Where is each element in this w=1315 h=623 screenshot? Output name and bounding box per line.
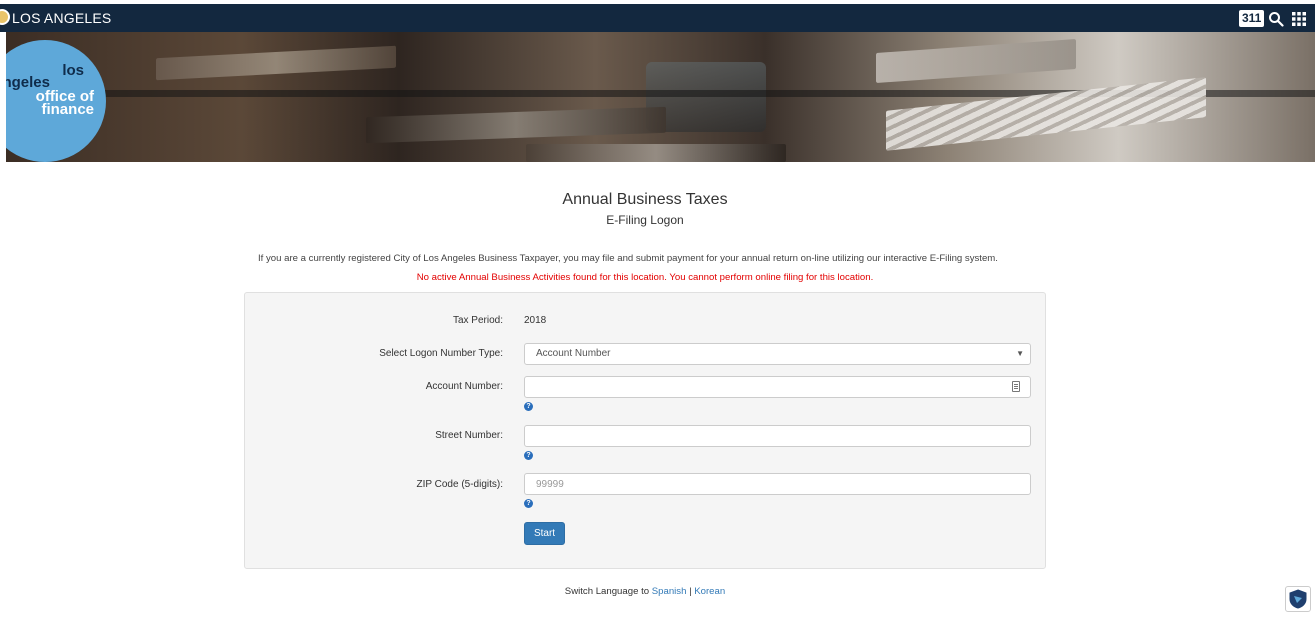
page-title: Annual Business Taxes bbox=[562, 191, 728, 208]
311-badge-button[interactable]: 311 bbox=[1239, 10, 1265, 27]
account-number-label: Account Number: bbox=[425, 381, 503, 392]
top-navigation-bar: LOS ANGELES 311 bbox=[0, 4, 1315, 32]
account-number-help-icon[interactable]: ? bbox=[524, 402, 533, 411]
intro-text: If you are a currently registered City o… bbox=[258, 253, 998, 264]
logon-type-select[interactable]: Account Number ▼ bbox=[524, 343, 1031, 365]
korean-link[interactable]: Korean bbox=[694, 586, 725, 597]
tax-period-value: 2018 bbox=[524, 315, 547, 326]
banner-decor bbox=[366, 106, 666, 144]
logon-type-label: Select Logon Number Type: bbox=[379, 348, 503, 359]
search-icon[interactable] bbox=[1268, 11, 1284, 27]
spanish-link[interactable]: Spanish bbox=[652, 586, 687, 597]
banner-decor bbox=[526, 144, 786, 162]
shield-icon bbox=[1289, 589, 1307, 609]
logon-type-selected-value: Account Number bbox=[536, 348, 611, 359]
account-number-input[interactable] bbox=[524, 376, 1031, 398]
office-of-finance-logo[interactable]: los ngeles office of finance bbox=[6, 40, 106, 162]
banner-decor bbox=[886, 77, 1206, 151]
apps-grid-icon[interactable] bbox=[1291, 11, 1307, 27]
logon-form-panel: Tax Period: 2018 Select Logon Number Typ… bbox=[244, 292, 1046, 569]
zip-code-help-icon[interactable]: ? bbox=[524, 499, 533, 508]
logo-text-line: los bbox=[62, 62, 84, 79]
street-number-label: Street Number: bbox=[435, 430, 503, 441]
city-seal-icon[interactable] bbox=[0, 9, 10, 25]
site-name-link[interactable]: LOS ANGELES bbox=[12, 10, 111, 26]
page-subtitle: E-Filing Logon bbox=[606, 213, 684, 227]
zip-code-label: ZIP Code (5-digits): bbox=[416, 479, 503, 490]
street-number-help-icon[interactable]: ? bbox=[524, 451, 533, 460]
street-number-input[interactable] bbox=[524, 425, 1031, 447]
security-shield-button[interactable] bbox=[1285, 586, 1311, 612]
zip-code-input[interactable] bbox=[524, 473, 1031, 495]
start-button[interactable]: Start bbox=[524, 522, 565, 545]
tax-period-label: Tax Period: bbox=[452, 315, 503, 326]
error-message: No active Annual Business Activities fou… bbox=[416, 272, 874, 283]
language-switcher: Switch Language to Spanish | Korean bbox=[0, 586, 1290, 597]
input-assist-icon[interactable] bbox=[1012, 381, 1020, 392]
banner-decor bbox=[876, 39, 1076, 83]
logo-text-line: finance bbox=[41, 101, 94, 118]
banner-decor bbox=[156, 45, 396, 81]
chevron-down-icon: ▼ bbox=[1016, 349, 1024, 358]
header-banner: los ngeles office of finance bbox=[6, 32, 1315, 162]
switch-language-text: Switch Language to bbox=[564, 586, 652, 597]
